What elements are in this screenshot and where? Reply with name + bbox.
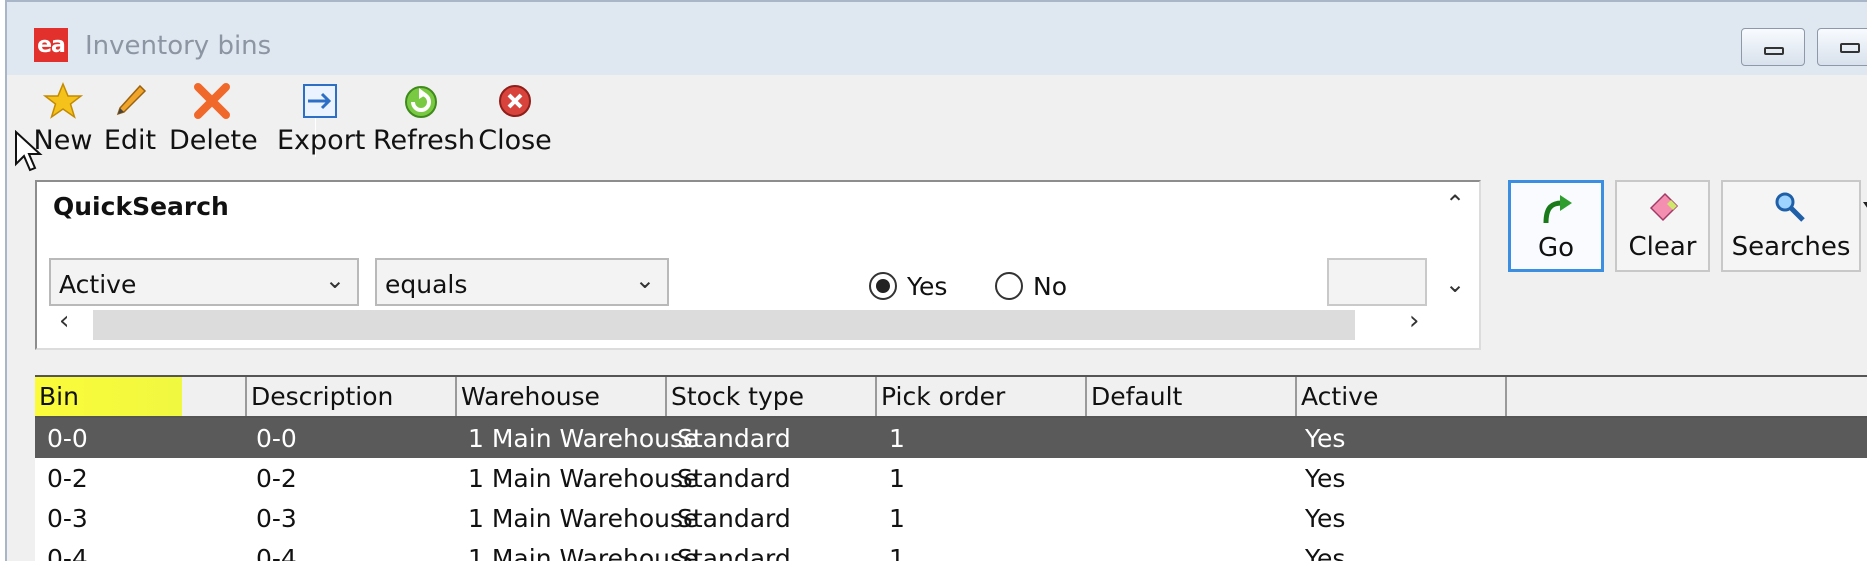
refresh-icon xyxy=(405,86,437,118)
chevron-down-icon: ⌄ xyxy=(634,266,655,294)
close-button[interactable]: Close xyxy=(477,75,553,161)
scrollbar-thumb[interactable] xyxy=(93,310,1355,340)
cell-stock-type: Standard xyxy=(677,504,791,533)
field-select[interactable]: Active ⌄ xyxy=(49,258,359,306)
quicksearch-title: QuickSearch xyxy=(53,192,229,221)
radio-no[interactable]: No xyxy=(995,272,1067,301)
cell-bin: 0-4 xyxy=(47,544,88,561)
grid-header: Bin Description Warehouse Stock type Pic… xyxy=(35,375,1867,418)
eraser-icon xyxy=(1649,192,1678,222)
window-title: Inventory bins xyxy=(85,31,272,61)
searches-label: Searches xyxy=(1731,232,1851,262)
radio-yes-label: Yes xyxy=(907,272,948,301)
value-input[interactable] xyxy=(1327,258,1427,306)
edit-label: Edit xyxy=(103,125,157,156)
delete-label: Delete xyxy=(169,125,258,156)
operator-select[interactable]: equals ⌄ xyxy=(375,258,669,306)
scroll-right-arrow[interactable]: › xyxy=(1409,306,1419,336)
delete-button[interactable]: Delete xyxy=(169,75,258,161)
cell-warehouse: 1 Main Warehouse xyxy=(468,504,699,533)
refresh-label: Refresh xyxy=(373,125,475,156)
cell-bin: 0-3 xyxy=(47,504,88,533)
table-row[interactable]: 0-2 0-2 1 Main Warehouse Standard 1 Yes xyxy=(35,458,1867,498)
table-row[interactable]: 0-4 0-4 1 Main Warehouse Standard 1 Yes xyxy=(35,538,1867,561)
delete-x-icon xyxy=(194,83,230,119)
column-header-default[interactable]: Default xyxy=(1087,377,1297,416)
column-header-pick-order[interactable]: Pick order xyxy=(877,377,1087,416)
scroll-up-arrow[interactable]: ⌃ xyxy=(1445,190,1465,218)
radio-unselected-icon xyxy=(995,272,1023,300)
quicksearch-panel: QuickSearch Active ⌄ equals ⌄ Yes No ⌃ ⌄… xyxy=(35,180,1481,350)
restore-button[interactable] xyxy=(1817,28,1867,66)
bins-grid: Bin Description Warehouse Stock type Pic… xyxy=(35,375,1867,561)
operator-select-value: equals xyxy=(385,270,468,299)
cell-pick-order: 1 xyxy=(889,504,905,533)
mouse-pointer-icon xyxy=(15,130,43,172)
table-row[interactable]: 0-0 0-0 1 Main Warehouse Standard 1 Yes xyxy=(35,418,1867,458)
cell-stock-type: Standard xyxy=(677,424,791,453)
export-label: Export xyxy=(277,125,366,156)
scroll-left-arrow[interactable]: ‹ xyxy=(59,306,69,336)
column-header-bin[interactable]: Bin xyxy=(35,377,247,416)
toolbar: New Edit Delete Export Refresh Close xyxy=(7,75,1867,161)
searches-button[interactable]: Searches xyxy=(1721,180,1861,272)
clear-label: Clear xyxy=(1628,232,1697,262)
cell-description: 0-4 xyxy=(256,544,297,561)
scroll-down-arrow[interactable]: ⌄ xyxy=(1445,270,1465,298)
cell-description: 0-2 xyxy=(256,464,297,493)
star-icon xyxy=(43,82,83,119)
cell-active: Yes xyxy=(1305,424,1346,453)
close-label: Close xyxy=(478,125,552,156)
field-select-value: Active xyxy=(59,270,137,299)
go-button[interactable]: Go xyxy=(1508,180,1604,272)
column-header-active[interactable]: Active xyxy=(1297,377,1507,416)
column-header-warehouse[interactable]: Warehouse xyxy=(457,377,667,416)
cell-pick-order: 1 xyxy=(889,464,905,493)
cell-warehouse: 1 Main Warehouse xyxy=(468,544,699,561)
cell-bin: 0-2 xyxy=(47,464,88,493)
pencil-icon xyxy=(116,84,147,116)
cell-warehouse: 1 Main Warehouse xyxy=(468,424,699,453)
cell-bin: 0-0 xyxy=(47,424,88,453)
cell-active: Yes xyxy=(1305,464,1346,493)
title-bar[interactable]: ea Inventory bins xyxy=(7,2,1867,75)
refresh-button[interactable]: Refresh xyxy=(373,75,475,161)
table-row[interactable]: 0-3 0-3 1 Main Warehouse Standard 1 Yes xyxy=(35,498,1867,538)
inventory-bins-window: ea Inventory bins New Edit Delete Export… xyxy=(5,0,1867,561)
go-arrow-icon xyxy=(1543,195,1572,224)
cell-pick-order: 1 xyxy=(889,424,905,453)
cell-description: 0-3 xyxy=(256,504,297,533)
radio-no-label: No xyxy=(1033,272,1067,301)
minimize-button[interactable] xyxy=(1741,28,1805,66)
cell-description: 0-0 xyxy=(256,424,297,453)
cell-pick-order: 1 xyxy=(889,544,905,561)
cell-active: Yes xyxy=(1305,544,1346,561)
column-header-stock-type[interactable]: Stock type xyxy=(667,377,877,416)
magnifier-icon xyxy=(1775,192,1805,222)
close-circle-icon xyxy=(499,85,531,117)
app-logo-icon: ea xyxy=(34,28,68,62)
clear-button[interactable]: Clear xyxy=(1615,180,1710,272)
cell-warehouse: 1 Main Warehouse xyxy=(468,464,699,493)
edit-button[interactable]: Edit xyxy=(103,75,157,161)
export-button[interactable]: Export xyxy=(277,75,366,161)
export-icon xyxy=(303,84,337,118)
column-header-empty xyxy=(1507,377,1867,416)
cell-active: Yes xyxy=(1305,504,1346,533)
horizontal-scrollbar[interactable]: ‹ › xyxy=(51,306,1431,344)
chevron-down-icon: ⌄ xyxy=(324,266,345,294)
column-header-description[interactable]: Description xyxy=(247,377,457,416)
radio-yes[interactable]: Yes xyxy=(869,272,947,301)
desktop: ea Inventory bins New Edit Delete Export… xyxy=(0,0,1867,561)
searches-dropdown-arrow-icon[interactable] xyxy=(1863,202,1867,212)
cell-stock-type: Standard xyxy=(677,544,791,561)
cell-stock-type: Standard xyxy=(677,464,791,493)
radio-selected-icon xyxy=(869,272,897,300)
go-label: Go xyxy=(1537,233,1575,263)
